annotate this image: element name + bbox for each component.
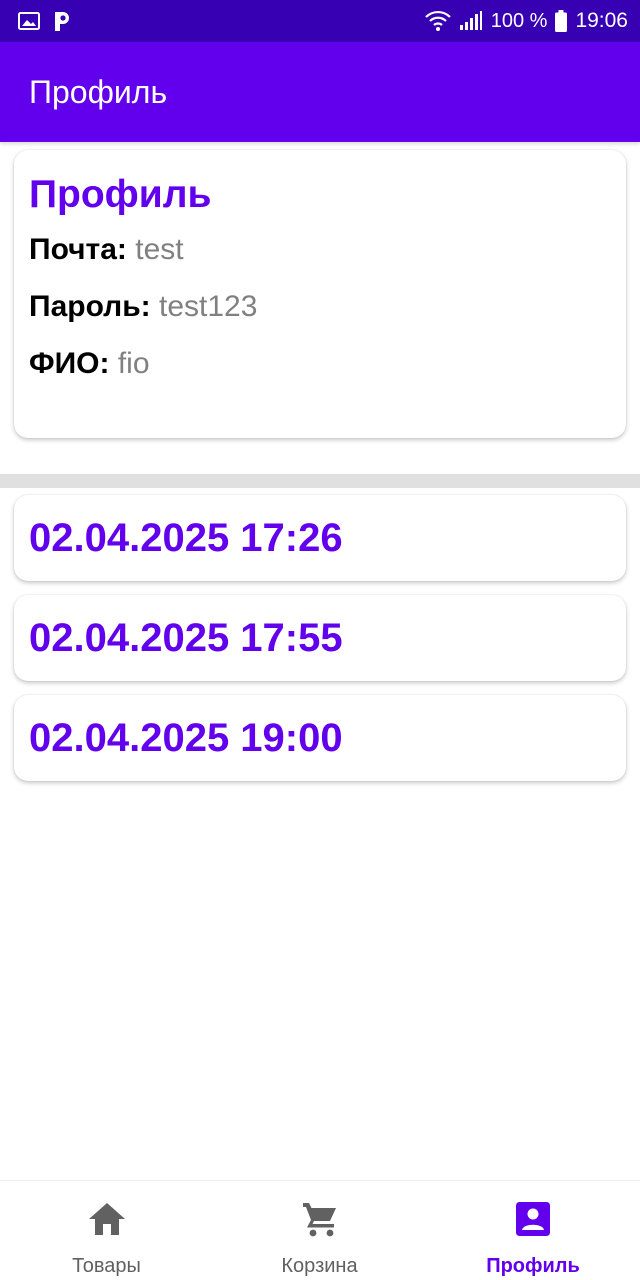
order-datetime: 02.04.2025 17:26 (29, 515, 343, 560)
home-icon (87, 1199, 127, 1239)
bottom-navigation: Товары Корзина Профиль (0, 1180, 640, 1280)
fio-label: ФИО: (29, 347, 118, 380)
order-datetime: 02.04.2025 17:55 (29, 615, 343, 660)
password-value: test123 (158, 290, 258, 323)
nav-item-products[interactable]: Товары (0, 1181, 213, 1280)
fio-row: ФИО: fio (29, 346, 611, 382)
clock: 19:06 (575, 9, 628, 32)
password-row: Пароль: test123 (29, 289, 611, 325)
order-card[interactable]: 02.04.2025 17:26 (14, 495, 626, 581)
email-row: Почта: test (29, 232, 611, 268)
p-app-icon (52, 10, 72, 32)
nav-label-products: Товары (72, 1255, 141, 1277)
cart-icon (300, 1199, 340, 1239)
nav-item-cart[interactable]: Корзина (213, 1181, 426, 1280)
nav-item-profile[interactable]: Профиль (426, 1181, 640, 1280)
status-left (18, 10, 72, 32)
section-divider (0, 474, 640, 488)
order-card[interactable]: 02.04.2025 19:00 (14, 695, 626, 781)
battery-icon (555, 10, 568, 32)
email-label: Почта: (29, 233, 136, 266)
app-bar-title: Профиль (29, 73, 168, 110)
account-box-icon (513, 1199, 553, 1239)
app-bar: Профиль (0, 42, 640, 142)
battery-percentage: 100 % (490, 9, 548, 32)
nav-label-cart: Корзина (281, 1255, 358, 1277)
email-value: test (135, 233, 184, 266)
profile-card: Профиль Почта: test Пароль: test123 ФИО:… (14, 150, 626, 438)
order-card[interactable]: 02.04.2025 17:55 (14, 595, 626, 681)
signal-icon (459, 11, 483, 31)
profile-card-title: Профиль (29, 173, 212, 216)
fio-value: fio (117, 347, 150, 380)
order-datetime: 02.04.2025 19:00 (29, 715, 343, 760)
status-bar: 100 % 19:06 (0, 0, 640, 42)
status-right: 100 % 19:06 (424, 9, 628, 33)
wifi-icon (424, 10, 451, 32)
nav-label-profile: Профиль (486, 1255, 580, 1277)
image-icon (18, 12, 40, 30)
password-label: Пароль: (29, 290, 159, 323)
